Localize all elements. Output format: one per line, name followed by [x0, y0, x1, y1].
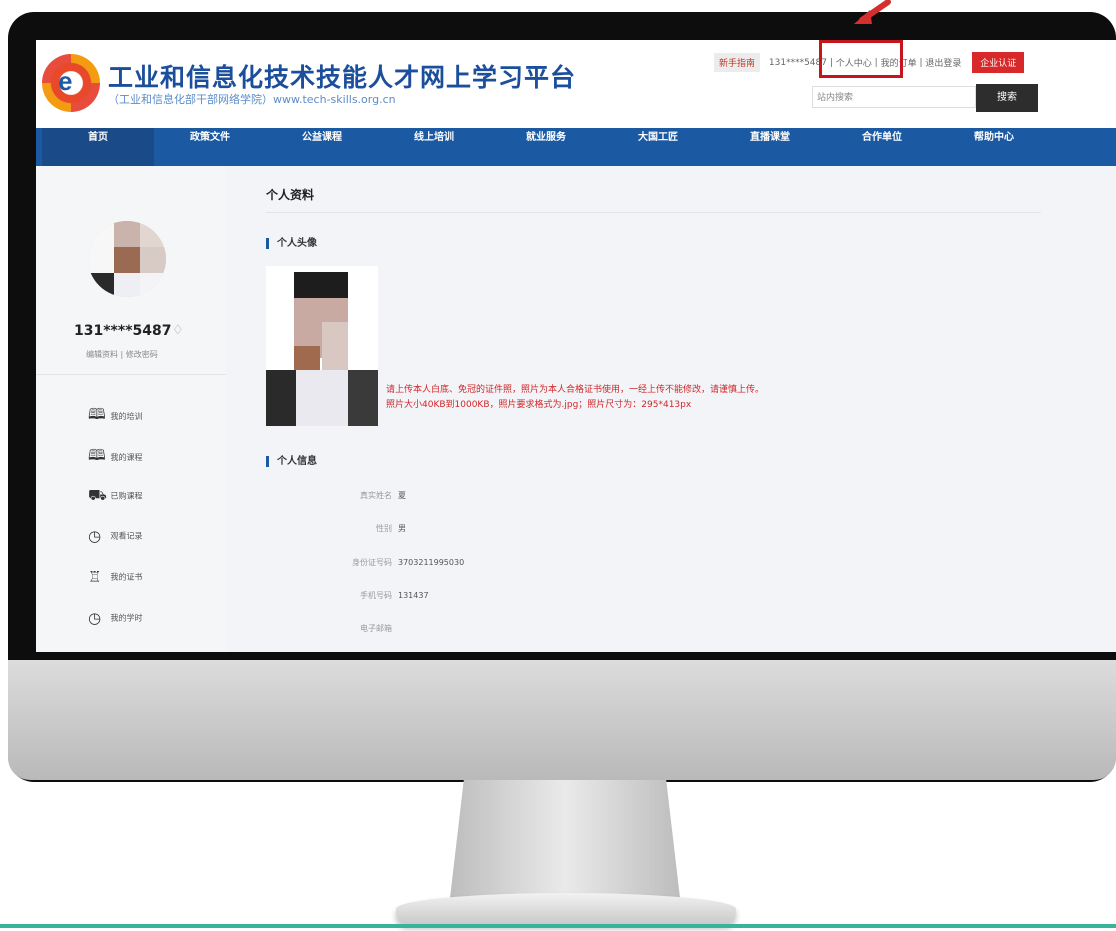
new-user-guide-link[interactable]: 新手指南 — [714, 53, 761, 72]
avatar-upload-note: 请上传本人白底、免冠的证件照，照片为本人合格证书使用，一经上传不能修改，请谨慎上… — [386, 383, 764, 413]
field-label: 性别 — [376, 524, 392, 533]
field-real-name: 真实姓名夏 — [336, 490, 406, 501]
nav-item-public-courses[interactable]: 公益课程 — [266, 128, 378, 166]
sidebar-item-history[interactable]: ◷ 观看记录 — [88, 527, 143, 545]
sidebar-item-my-training[interactable]: 🕮 我的培训 — [88, 404, 143, 429]
monitor-chin — [8, 660, 1116, 780]
profile-main: 个人资料 个人头像 请上传本人白底、免冠的证件照，照片为本人合格证书使用，一经上… — [236, 166, 1116, 652]
logo-letter-icon: e — [58, 66, 73, 96]
field-label: 真实姓名 — [360, 491, 392, 500]
note-line-2: 照片大小40KB到1000KB，照片要求格式为.jpg；照片尺寸为：295*41… — [386, 400, 692, 410]
book-icon: 🕮 — [88, 405, 106, 423]
site-subtitle: （工业和信息化部干部网络学院）www.tech-skills.org.cn — [108, 93, 396, 106]
corp-auth-button[interactable]: 企业认证 — [972, 52, 1025, 73]
sidebar-item-purchased[interactable]: ⛟ 已购课程 — [88, 486, 143, 506]
site-header: e 工业和信息化技术技能人才网上学习平台 （工业和信息化部干部网络学院）www.… — [36, 40, 1116, 128]
nav-item-home[interactable]: 首页 — [42, 128, 154, 166]
trophy-icon: ♖ — [88, 568, 102, 586]
logout-link[interactable]: 退出登录 — [925, 56, 961, 69]
field-email: 电子邮箱 — [336, 623, 398, 634]
field-label: 电子邮箱 — [360, 624, 392, 633]
field-gender: 性别男 — [336, 523, 406, 534]
sidebar: 131****5487 ♢ 编辑资料 | 修改密码 🕮 我的培训 🕮 我的课程 … — [36, 166, 226, 652]
sidebar-item-label: 我的证书 — [110, 572, 143, 582]
sidebar-item-label: 我的培训 — [110, 412, 143, 421]
browser-screen: e 工业和信息化技术技能人才网上学习平台 （工业和信息化部干部网络学院）www.… — [36, 40, 1116, 652]
monitor-stand-neck — [450, 780, 680, 898]
field-value: 131437 — [398, 591, 429, 600]
links-divider: | — [120, 350, 124, 359]
page-body: 131****5487 ♢ 编辑资料 | 修改密码 🕮 我的培训 🕮 我的课程 … — [36, 166, 1116, 652]
sidebar-item-my-courses[interactable]: 🕮 我的课程 — [88, 445, 143, 470]
title-divider — [266, 212, 1041, 213]
nav-item-online-training[interactable]: 线上培训 — [378, 128, 490, 166]
vip-diamond-icon: ♢ — [172, 323, 184, 338]
id-photo[interactable] — [266, 266, 378, 426]
field-label: 身份证号码 — [352, 558, 392, 567]
search-input[interactable]: 站内搜索 — [812, 86, 976, 108]
main-nav: 首页 政策文件 公益课程 线上培训 就业服务 大国工匠 直播课堂 合作单位 帮助… — [36, 128, 1116, 166]
field-label: 手机号码 — [360, 591, 392, 600]
nav-item-employment[interactable]: 就业服务 — [490, 128, 602, 166]
floor-line — [0, 924, 1116, 928]
info-section-title: 个人信息 — [266, 456, 317, 467]
sidebar-username: 131****5487 — [74, 323, 172, 339]
highlight-box — [819, 40, 903, 78]
site-title[interactable]: 工业和信息化技术技能人才网上学习平台 — [108, 58, 576, 94]
avatar-section-title: 个人头像 — [266, 238, 317, 249]
avatar[interactable] — [88, 221, 166, 297]
page-title: 个人资料 — [266, 188, 315, 202]
sidebar-divider — [36, 374, 226, 375]
book-icon: 🕮 — [88, 446, 106, 464]
field-phone: 手机号码 131437 — [336, 590, 429, 601]
field-value: 男 — [398, 524, 406, 533]
monitor-stand-base — [396, 893, 736, 925]
sidebar-item-label: 已购课程 — [110, 491, 143, 501]
clock-icon: ◷ — [88, 609, 102, 627]
profile-links: 编辑资料 | 修改密码 — [86, 349, 158, 360]
nav-item-live[interactable]: 直播课堂 — [714, 128, 826, 166]
pointer-arrow-icon — [854, 0, 891, 24]
cart-icon: ⛟ — [88, 486, 107, 504]
search-button[interactable]: 搜索 — [976, 84, 1038, 112]
nav-item-policy[interactable]: 政策文件 — [154, 128, 266, 166]
sidebar-item-certificates[interactable]: ♖ 我的证书 — [88, 568, 143, 586]
nav-item-help[interactable]: 帮助中心 — [938, 128, 1050, 166]
field-id-number: 身份证号码 3703211995030 — [336, 557, 464, 568]
topbar-divider: | — [919, 57, 923, 68]
sidebar-item-label: 我的课程 — [110, 453, 143, 462]
field-value: 夏 — [398, 491, 406, 500]
note-line-1: 请上传本人白底、免冠的证件照，照片为本人合格证书使用，一经上传不能修改，请谨慎上… — [386, 385, 765, 395]
edit-profile-link[interactable]: 编辑资料 — [86, 350, 118, 359]
nav-item-partners[interactable]: 合作单位 — [826, 128, 938, 166]
change-password-link[interactable]: 修改密码 — [126, 350, 158, 359]
sidebar-item-label: 观看记录 — [110, 531, 143, 541]
field-value: 3703211995030 — [398, 558, 465, 567]
sidebar-item-hours[interactable]: ◷ 我的学时 — [88, 609, 143, 627]
sidebar-item-label: 我的学时 — [110, 613, 143, 623]
nav-item-craftsmen[interactable]: 大国工匠 — [602, 128, 714, 166]
clock-icon: ◷ — [88, 527, 102, 545]
